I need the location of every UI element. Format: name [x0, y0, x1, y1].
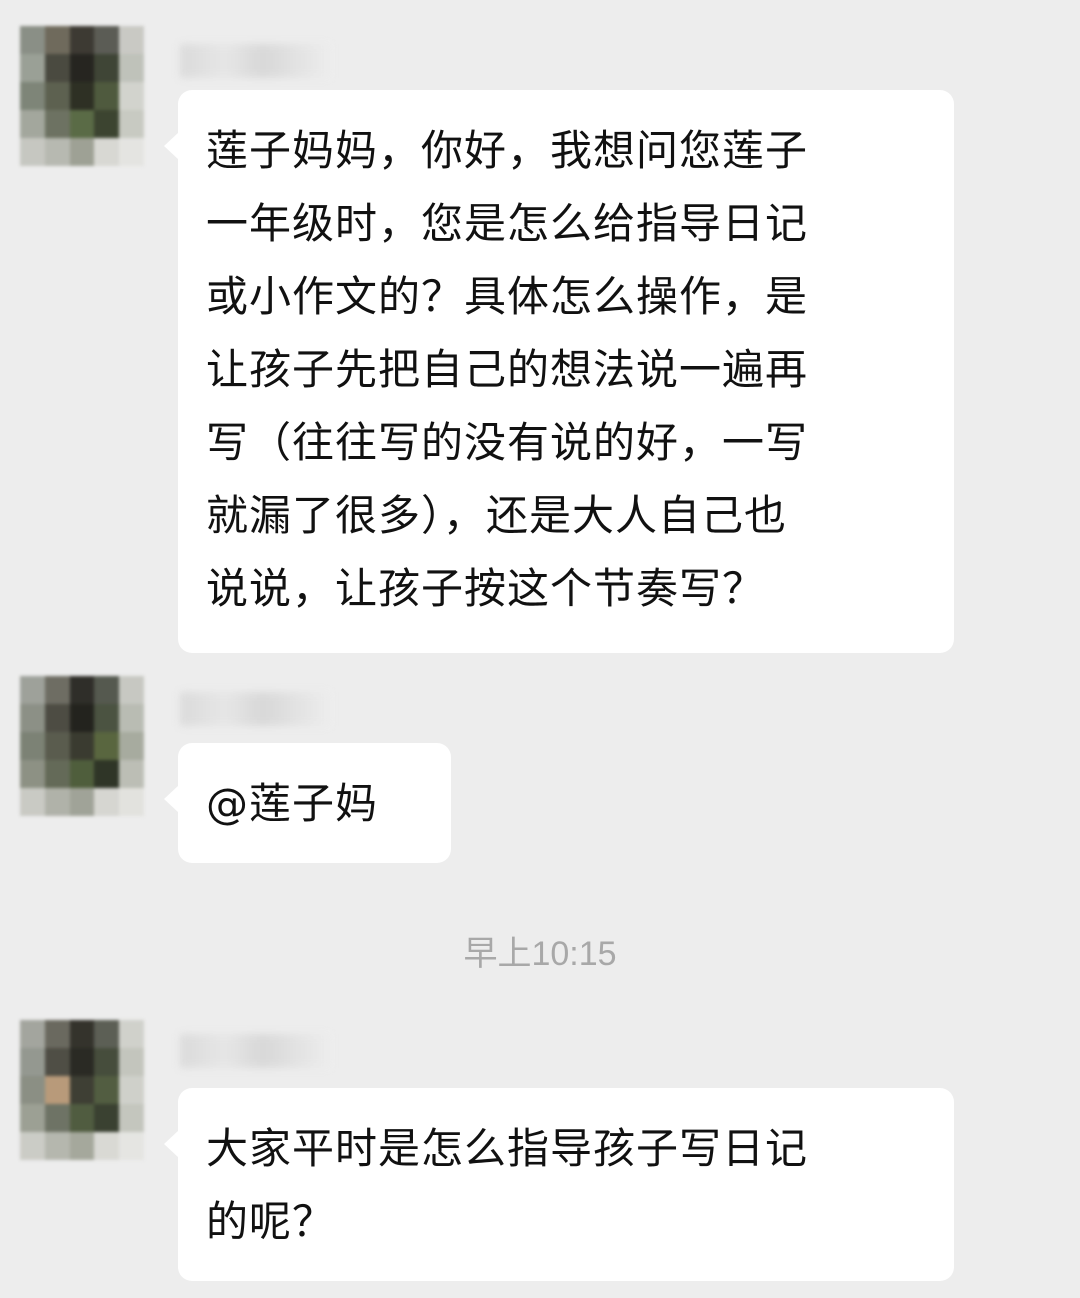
avatar-pixel	[20, 82, 45, 110]
avatar-pixel	[69, 1076, 95, 1104]
avatar-pixel	[69, 138, 95, 166]
message-text-line: 说说，让孩子按这个节奏写？	[206, 564, 766, 613]
avatar-pixel	[94, 82, 120, 110]
message-text-line: 一年级时，您是怎么给指导日记	[206, 199, 809, 248]
avatar-pixel	[119, 1132, 144, 1160]
avatar-pixel	[20, 1104, 45, 1132]
avatar-pixel	[44, 1104, 70, 1132]
sender-name	[180, 44, 330, 78]
message-bubble[interactable]: 莲子妈妈，你好，我想问您莲子 一年级时，您是怎么给指导日记 或小作文的？具体怎么…	[164, 90, 954, 653]
avatar-pixel	[119, 1104, 144, 1132]
avatar-pixel	[119, 760, 144, 788]
avatar-pixel	[69, 760, 95, 788]
avatar-pixel	[94, 760, 120, 788]
message-text-line: 莲子妈妈，你好，我想问您莲子	[206, 126, 809, 175]
avatar-pixel	[44, 54, 70, 82]
avatar-pixel	[94, 732, 120, 760]
message-text-line: @莲子妈	[206, 779, 379, 828]
avatar-pixel	[69, 788, 95, 816]
avatar-pixel	[44, 760, 70, 788]
avatar-pixel	[44, 788, 70, 816]
avatar-pixel	[44, 732, 70, 760]
avatar-pixel	[44, 1048, 70, 1076]
avatar-pixel	[20, 1076, 45, 1104]
avatar-pixel	[44, 676, 70, 704]
avatar-pixel	[119, 138, 144, 166]
avatar-pixel	[69, 704, 95, 732]
avatar-pixel	[119, 788, 144, 816]
avatar-pixel	[119, 110, 144, 138]
timestamp-divider: 早上10:15	[463, 935, 617, 973]
avatar-pixel	[119, 732, 144, 760]
message-bubble[interactable]: 大家平时是怎么指导孩子写日记 的呢？	[164, 1088, 954, 1281]
avatar-pixel	[20, 26, 45, 54]
avatar-pixel	[20, 760, 45, 788]
avatar-pixel	[119, 676, 144, 704]
avatar-pixel	[20, 110, 45, 138]
avatar-pixel	[44, 1076, 70, 1104]
avatar-pixel	[44, 110, 70, 138]
avatar-pixel	[20, 138, 45, 166]
avatar-pixel	[20, 1132, 45, 1160]
avatar-pixel	[20, 1048, 45, 1076]
avatar-pixel	[94, 1048, 120, 1076]
message-text-line: 让孩子先把自己的想法说一遍再	[206, 345, 809, 394]
avatar-pixel	[69, 1020, 95, 1048]
avatar-pixel	[94, 110, 120, 138]
avatar-pixel	[69, 110, 95, 138]
avatar[interactable]	[20, 26, 144, 166]
avatar[interactable]	[20, 1020, 144, 1160]
avatar-pixel	[94, 54, 120, 82]
avatar-pixel	[20, 788, 45, 816]
avatar-pixel	[94, 138, 120, 166]
avatar-pixel	[94, 704, 120, 732]
avatar-pixel	[119, 54, 144, 82]
message-text-line: 就漏了很多），还是大人自己也	[206, 491, 788, 540]
chat-history[interactable]: 莲子妈妈，你好，我想问您莲子 一年级时，您是怎么给指导日记 或小作文的？具体怎么…	[0, 0, 1080, 1298]
avatar-pixel	[94, 1104, 120, 1132]
avatar-pixel	[20, 732, 45, 760]
avatar-pixel	[119, 1048, 144, 1076]
avatar-pixel	[94, 1076, 120, 1104]
avatar-pixel	[69, 54, 95, 82]
avatar-pixel	[119, 26, 144, 54]
avatar-pixel	[44, 26, 70, 54]
avatar[interactable]	[20, 676, 144, 816]
avatar-pixel	[69, 676, 95, 704]
avatar-pixel	[20, 54, 45, 82]
avatar-pixel	[119, 1020, 144, 1048]
avatar-pixel	[94, 1020, 120, 1048]
avatar-pixel	[119, 82, 144, 110]
avatar-pixel	[44, 704, 70, 732]
avatar-pixel	[44, 1020, 70, 1048]
avatar-pixel	[69, 1048, 95, 1076]
avatar-pixel	[69, 1104, 95, 1132]
avatar-pixel	[69, 1132, 95, 1160]
message-text-line: 或小作文的？具体怎么操作，是	[206, 272, 809, 321]
avatar-pixel	[20, 676, 45, 704]
avatar-pixel	[44, 138, 70, 166]
avatar-pixel	[20, 1020, 45, 1048]
sender-name	[180, 1034, 330, 1068]
avatar-pixel	[94, 676, 120, 704]
avatar-pixel	[69, 732, 95, 760]
avatar-pixel	[119, 704, 144, 732]
avatar-pixel	[119, 1076, 144, 1104]
sender-name	[180, 692, 330, 726]
message-bubble[interactable]: @莲子妈	[164, 743, 451, 863]
avatar-pixel	[94, 788, 120, 816]
avatar-pixel	[44, 1132, 70, 1160]
avatar-pixel	[94, 26, 120, 54]
message-text-line: 写（往往写的没有说的好，一写	[206, 418, 809, 467]
avatar-pixel	[69, 26, 95, 54]
avatar-pixel	[94, 1132, 120, 1160]
message-text-line: 大家平时是怎么指导孩子写日记	[206, 1124, 809, 1173]
avatar-pixel	[44, 82, 70, 110]
avatar-pixel	[69, 82, 95, 110]
message-text-line: 的呢？	[206, 1197, 336, 1246]
avatar-pixel	[20, 704, 45, 732]
